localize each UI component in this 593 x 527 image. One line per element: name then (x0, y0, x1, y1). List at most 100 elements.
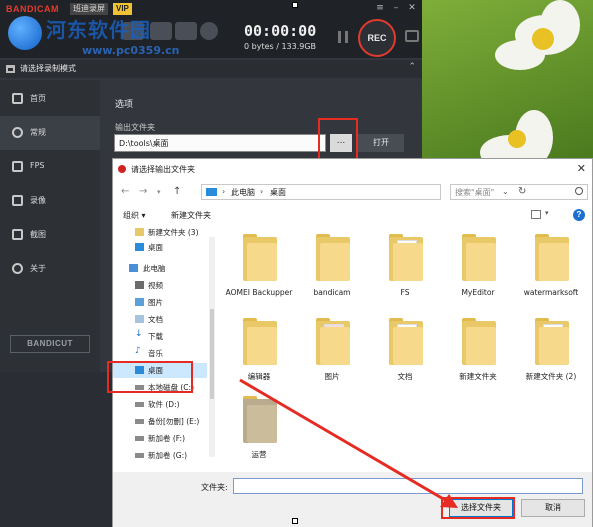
home-icon (12, 93, 23, 104)
folder-item[interactable]: 文档 (375, 315, 435, 393)
search-input[interactable]: 搜索"桌面" (450, 184, 588, 200)
folder-item[interactable]: MyEditor (448, 231, 508, 309)
folder-item[interactable]: AOMEI Backupper (226, 231, 292, 309)
sidebar-item-general[interactable]: 常规 (0, 116, 100, 150)
folder-item[interactable]: 运营 (229, 393, 289, 471)
folder-item[interactable]: 新建文件夹 (448, 315, 508, 393)
folder-item[interactable]: 新建文件夹 (2) (521, 315, 581, 393)
music-icon: ♪ (135, 346, 141, 356)
tree-item[interactable]: 软件 (D:) (113, 397, 207, 412)
drive-icon (135, 453, 144, 458)
gear-icon (12, 127, 23, 138)
organize-menu[interactable]: 组织 ▾ (123, 210, 146, 221)
tree-item[interactable]: 新加卷 (G:) (113, 448, 207, 463)
back-icon[interactable]: ← (121, 186, 129, 197)
selection-handle (292, 2, 298, 8)
new-folder-button[interactable]: 新建文件夹 (171, 210, 211, 221)
close-icon[interactable]: ✕ (406, 3, 418, 13)
address-bar[interactable]: › 此电脑 › 桌面 ⌄ ↻ (201, 184, 526, 200)
mode-select-bar[interactable]: 请选择录制模式 ⌃ (0, 60, 422, 78)
tree-item[interactable]: 此电脑 (113, 261, 207, 276)
view-icon[interactable] (531, 210, 541, 219)
folder-icon (535, 318, 569, 365)
folder-item[interactable]: FS (375, 231, 435, 309)
folder-item[interactable]: 编辑器 (229, 315, 289, 393)
output-folder-field[interactable]: D:\tools\桌面 (114, 134, 326, 152)
search-placeholder: 搜索"桌面" (455, 188, 495, 197)
screenshot-camera-icon[interactable] (405, 30, 419, 42)
pause-icon[interactable] (338, 31, 348, 43)
folder-icon (462, 234, 496, 281)
sidebar-item-label: 录像 (30, 196, 46, 205)
tree-item[interactable]: 备份[勿删] (E:) (113, 414, 207, 429)
folder-icon (243, 396, 277, 443)
tree-item[interactable]: 桌面 (113, 240, 207, 255)
watermark-title: 河东软件园 (46, 18, 151, 42)
history-dropdown-icon[interactable]: ▾ (157, 188, 161, 196)
tree-item-label: 视频 (148, 281, 163, 290)
desktop-icon (135, 243, 144, 251)
tree-item[interactable]: 视频 (113, 278, 207, 293)
tree-item[interactable]: 文档 (113, 312, 207, 327)
folder-icon (243, 318, 277, 365)
file-size-readout: 0 bytes / 133.9GB (244, 42, 317, 51)
file-list: AOMEI Backupper bandicam FS MyEditor wat… (221, 225, 593, 475)
tree-scrollbar-thumb[interactable] (210, 309, 214, 399)
drive-icon (135, 419, 144, 424)
drive-icon (135, 402, 144, 407)
help-icon[interactable]: ? (573, 209, 585, 221)
sidebar-item-home[interactable]: 首页 (0, 82, 100, 116)
tree-item-label: 桌面 (148, 243, 163, 252)
collapse-icon[interactable]: ⌃ (408, 62, 416, 72)
video-icon (12, 195, 23, 206)
computer-icon (129, 264, 138, 272)
tree-item-label: 此电脑 (143, 264, 166, 273)
tree-item[interactable]: 新建文件夹 (3) (113, 225, 207, 240)
dialog-nav: ← → ▾ ↑ › 此电脑 › 桌面 ⌄ ↻ 搜索"桌面" (113, 181, 592, 203)
folder-label: MyEditor (461, 288, 495, 297)
tree-item[interactable]: 图片 (113, 295, 207, 310)
output-folder-label: 输出文件夹 (115, 123, 155, 132)
drive-icon (135, 436, 144, 441)
picture-icon (135, 298, 144, 306)
folder-icon (316, 234, 350, 281)
dialog-footer: 文件夹: 选择文件夹 取消 (113, 472, 592, 527)
cancel-button[interactable]: 取消 (521, 499, 585, 517)
folder-icon (316, 318, 350, 365)
folder-icon (243, 234, 277, 281)
sidebar-item-label: 首页 (30, 94, 46, 103)
menu-icon[interactable]: ≡ (374, 3, 386, 13)
sidebar-item-fps[interactable]: FPS (0, 150, 100, 184)
close-icon[interactable]: ✕ (577, 162, 586, 175)
tree-item-label: 音乐 (148, 349, 163, 358)
dialog-titlebar: 请选择输出文件夹 ✕ (113, 159, 592, 179)
tree-item[interactable]: ♪ 音乐 (113, 346, 207, 361)
breadcrumb-item[interactable]: 桌面 (270, 187, 286, 198)
sidebar-item-label: 关于 (30, 264, 46, 273)
record-button[interactable]: REC (358, 19, 396, 57)
tree-item[interactable]: ↓ 下载 (113, 329, 207, 344)
options-title: 选项 (115, 100, 134, 110)
tree-item-label: 新加卷 (F:) (148, 434, 185, 443)
watermark: 河东软件园 www.pc0359.cn (4, 10, 204, 60)
folder-label: AOMEI Backupper (225, 288, 293, 297)
tree-item[interactable]: 新加卷 (F:) (113, 431, 207, 446)
tree-item-label: 备份[勿删] (E:) (148, 417, 200, 426)
folder-name-input[interactable] (233, 478, 583, 494)
chevron-down-icon[interactable]: ▾ (545, 209, 549, 217)
folder-item[interactable]: bandicam (302, 231, 362, 309)
sidebar-item-video[interactable]: 录像 (0, 184, 100, 218)
up-icon[interactable]: ↑ (173, 186, 181, 197)
screen-icon (6, 65, 15, 73)
forward-icon[interactable]: → (139, 186, 147, 197)
folder-label: 新建文件夹 (459, 372, 497, 381)
sidebar-item-about[interactable]: 关于 (0, 252, 100, 286)
sidebar-item-image[interactable]: 截图 (0, 218, 100, 252)
breadcrumb-item[interactable]: 此电脑 (231, 187, 255, 198)
minimize-icon[interactable]: – (390, 3, 402, 13)
open-folder-button[interactable]: 打开 (358, 134, 404, 152)
folder-item[interactable]: watermarksoft (521, 231, 581, 309)
tree-item-label: 新加卷 (G:) (148, 451, 188, 460)
folder-item[interactable]: 图片 (302, 315, 362, 393)
bandicut-button[interactable]: BANDICUT (10, 335, 90, 353)
